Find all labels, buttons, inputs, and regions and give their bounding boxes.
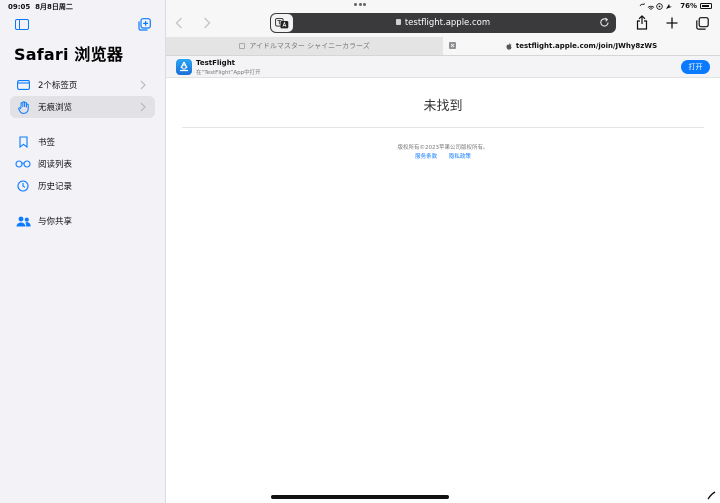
apple-logo-icon — [506, 42, 512, 50]
terms-link[interactable]: 服务条款 — [415, 154, 437, 160]
battery-icon — [700, 3, 712, 9]
sidebar-item-label: 无痕浏览 — [38, 103, 73, 113]
footer-links: 服务条款 隐私政策 — [166, 152, 720, 160]
tabs-icon — [15, 77, 31, 93]
share-icon[interactable] — [636, 15, 648, 30]
chevron-right-icon — [140, 80, 146, 90]
status-time: 09:05 8月8日周二 — [8, 2, 73, 12]
sidebar: 09:05 8月8日周二 Safari 浏览器 2个标签页 无痕浏览 书签 阅读… — [0, 0, 166, 503]
address-bar[interactable]: testflight.apple.com — [270, 13, 616, 33]
chevron-right-icon — [140, 102, 146, 112]
banner-app-name: TestFlight — [196, 59, 236, 67]
tab-title: アイドルマスター シャイニーカラーズ — [249, 42, 370, 50]
tab-testflight[interactable]: testflight.apple.com/join/JWhy8zWS — [443, 37, 720, 55]
people-icon — [15, 213, 31, 229]
sidebar-item-label: 2个标签页 — [38, 81, 78, 91]
sidebar-item-label: 阅读列表 — [38, 160, 73, 170]
back-icon[interactable] — [175, 17, 183, 29]
sidebar-title: Safari 浏览器 — [14, 45, 124, 64]
new-tab-group-icon[interactable] — [138, 18, 151, 31]
home-indicator[interactable] — [271, 495, 449, 499]
status-date: 8月8日周二 — [35, 3, 73, 11]
glasses-icon — [15, 156, 31, 172]
hand-icon — [15, 99, 31, 115]
pencil-corner-icon[interactable] — [707, 491, 716, 500]
bookmark-icon — [15, 134, 31, 150]
clock-icon — [15, 178, 31, 194]
app-banner: TestFlight 在“TestFlight”App中打开 打开 — [166, 56, 720, 78]
page-icon — [239, 43, 246, 49]
banner-subtitle: 在“TestFlight”App中打开 — [196, 70, 261, 76]
open-app-button[interactable]: 打开 — [681, 60, 710, 74]
tab-title: testflight.apple.com/join/JWhy8zWS — [515, 42, 658, 50]
sidebar-toggle-icon[interactable] — [15, 19, 29, 30]
status-time-clock: 09:05 — [8, 3, 31, 11]
divider — [182, 127, 704, 128]
status-right: 76% — [639, 2, 712, 10]
tab-overview-icon[interactable] — [696, 17, 709, 30]
sidebar-item-private-browsing[interactable]: 无痕浏览 — [10, 96, 155, 118]
copyright-text: 版权所有©2023苹果公司版权所有。 — [397, 145, 489, 151]
address-url: testflight.apple.com — [404, 18, 491, 28]
sidebar-item-history[interactable]: 历史记录 — [10, 175, 155, 197]
privacy-link[interactable]: 隐私政策 — [449, 154, 471, 160]
sidebar-item-shared-with-you[interactable]: 与你共享 — [10, 210, 155, 232]
sidebar-item-tabs[interactable]: 2个标签页 — [10, 74, 155, 96]
tab-idolmaster[interactable]: アイドルマスター シャイニーカラーズ — [166, 37, 443, 55]
page-title: 未找到 — [423, 99, 463, 114]
sidebar-item-label: 与你共享 — [38, 217, 73, 227]
status-icons — [639, 2, 673, 10]
sidebar-item-reading-list[interactable]: 阅读列表 — [10, 153, 155, 175]
lock-icon — [395, 19, 401, 25]
battery-percent: 76% — [680, 2, 697, 10]
address-text: testflight.apple.com — [270, 18, 616, 28]
sidebar-item-bookmarks[interactable]: 书签 — [10, 131, 155, 153]
new-tab-icon[interactable] — [666, 17, 678, 29]
multitasking-dots-icon[interactable] — [354, 3, 366, 6]
reload-icon[interactable] — [599, 17, 610, 28]
close-icon[interactable] — [449, 42, 456, 49]
tab-bar: アイドルマスター シャイニーカラーズ testflight.apple.com/… — [166, 37, 720, 56]
forward-icon[interactable] — [203, 17, 211, 29]
testflight-app-icon — [176, 59, 192, 75]
sidebar-item-label: 历史记录 — [38, 182, 73, 192]
sidebar-item-label: 书签 — [38, 138, 56, 148]
